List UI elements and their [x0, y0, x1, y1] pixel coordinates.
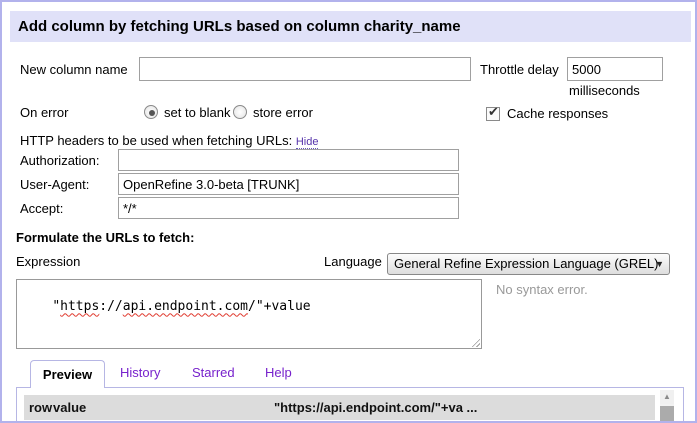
accept-label: Accept: — [20, 201, 63, 216]
http-headers-heading-text: HTTP headers to be used when fetching UR… — [20, 133, 292, 148]
dropdown-arrow-icon: ▼ — [655, 254, 664, 275]
store-error-radio[interactable] — [233, 105, 247, 119]
tab-starred[interactable]: Starred — [192, 365, 235, 380]
on-error-label: On error — [20, 105, 68, 120]
expression-part: /"+value — [248, 299, 311, 314]
tab-preview[interactable]: Preview — [30, 360, 105, 388]
expression-part-misspelled: https — [60, 299, 99, 314]
throttle-delay-input[interactable] — [567, 57, 663, 81]
cache-responses-label[interactable]: Cache responses — [507, 106, 608, 121]
expression-part-misspelled: api.endpoint.com — [123, 299, 248, 314]
expression-label: Expression — [16, 254, 80, 269]
set-to-blank-radio[interactable] — [144, 105, 158, 119]
preview-table-header: row value "https://api.endpoint.com/"+va… — [24, 395, 655, 420]
user-agent-label: User-Agent: — [20, 177, 89, 192]
accept-input[interactable] — [118, 197, 459, 219]
expression-part: :// — [99, 299, 122, 314]
throttle-unit-label: milliseconds — [569, 83, 640, 98]
tab-help[interactable]: Help — [265, 365, 292, 380]
expression-input[interactable]: "https://api.endpoint.com/"+value — [16, 279, 482, 349]
add-column-by-fetching-urls-dialog: Add column by fetching URLs based on col… — [0, 0, 697, 423]
http-headers-heading: HTTP headers to be used when fetching UR… — [20, 133, 318, 148]
hide-headers-link[interactable]: Hide — [296, 136, 319, 149]
tab-history[interactable]: History — [120, 365, 160, 380]
column-header-row: row — [29, 400, 53, 415]
column-header-expression: "https://api.endpoint.com/"+va ... — [274, 400, 655, 415]
new-column-name-input[interactable] — [139, 57, 471, 81]
scrollbar-thumb[interactable] — [660, 406, 674, 423]
expression-part: " — [52, 299, 60, 314]
preview-panel: row value "https://api.endpoint.com/"+va… — [16, 387, 684, 423]
language-select[interactable]: General Refine Expression Language (GREL… — [387, 253, 670, 275]
preview-scrollbar[interactable]: ▲ — [660, 390, 674, 423]
user-agent-input[interactable] — [118, 173, 459, 195]
throttle-delay-label: Throttle delay — [480, 62, 559, 77]
language-label: Language — [324, 254, 382, 269]
column-header-value: value — [53, 400, 274, 415]
scroll-up-icon[interactable]: ▲ — [660, 390, 674, 404]
formulate-urls-heading: Formulate the URLs to fetch: — [16, 230, 194, 245]
authorization-label: Authorization: — [20, 153, 100, 168]
set-to-blank-radio-label[interactable]: set to blank — [164, 105, 231, 120]
resize-handle-icon[interactable] — [471, 338, 480, 347]
language-select-value: General Refine Expression Language (GREL… — [394, 256, 658, 271]
store-error-radio-label[interactable]: store error — [253, 105, 313, 120]
checkmark-icon: ✔ — [488, 105, 499, 119]
syntax-status: No syntax error. — [496, 282, 588, 297]
new-column-name-label: New column name — [20, 62, 128, 77]
cache-responses-checkbox[interactable]: ✔ — [486, 107, 500, 121]
dialog-title: Add column by fetching URLs based on col… — [10, 11, 691, 42]
authorization-input[interactable] — [118, 149, 459, 171]
